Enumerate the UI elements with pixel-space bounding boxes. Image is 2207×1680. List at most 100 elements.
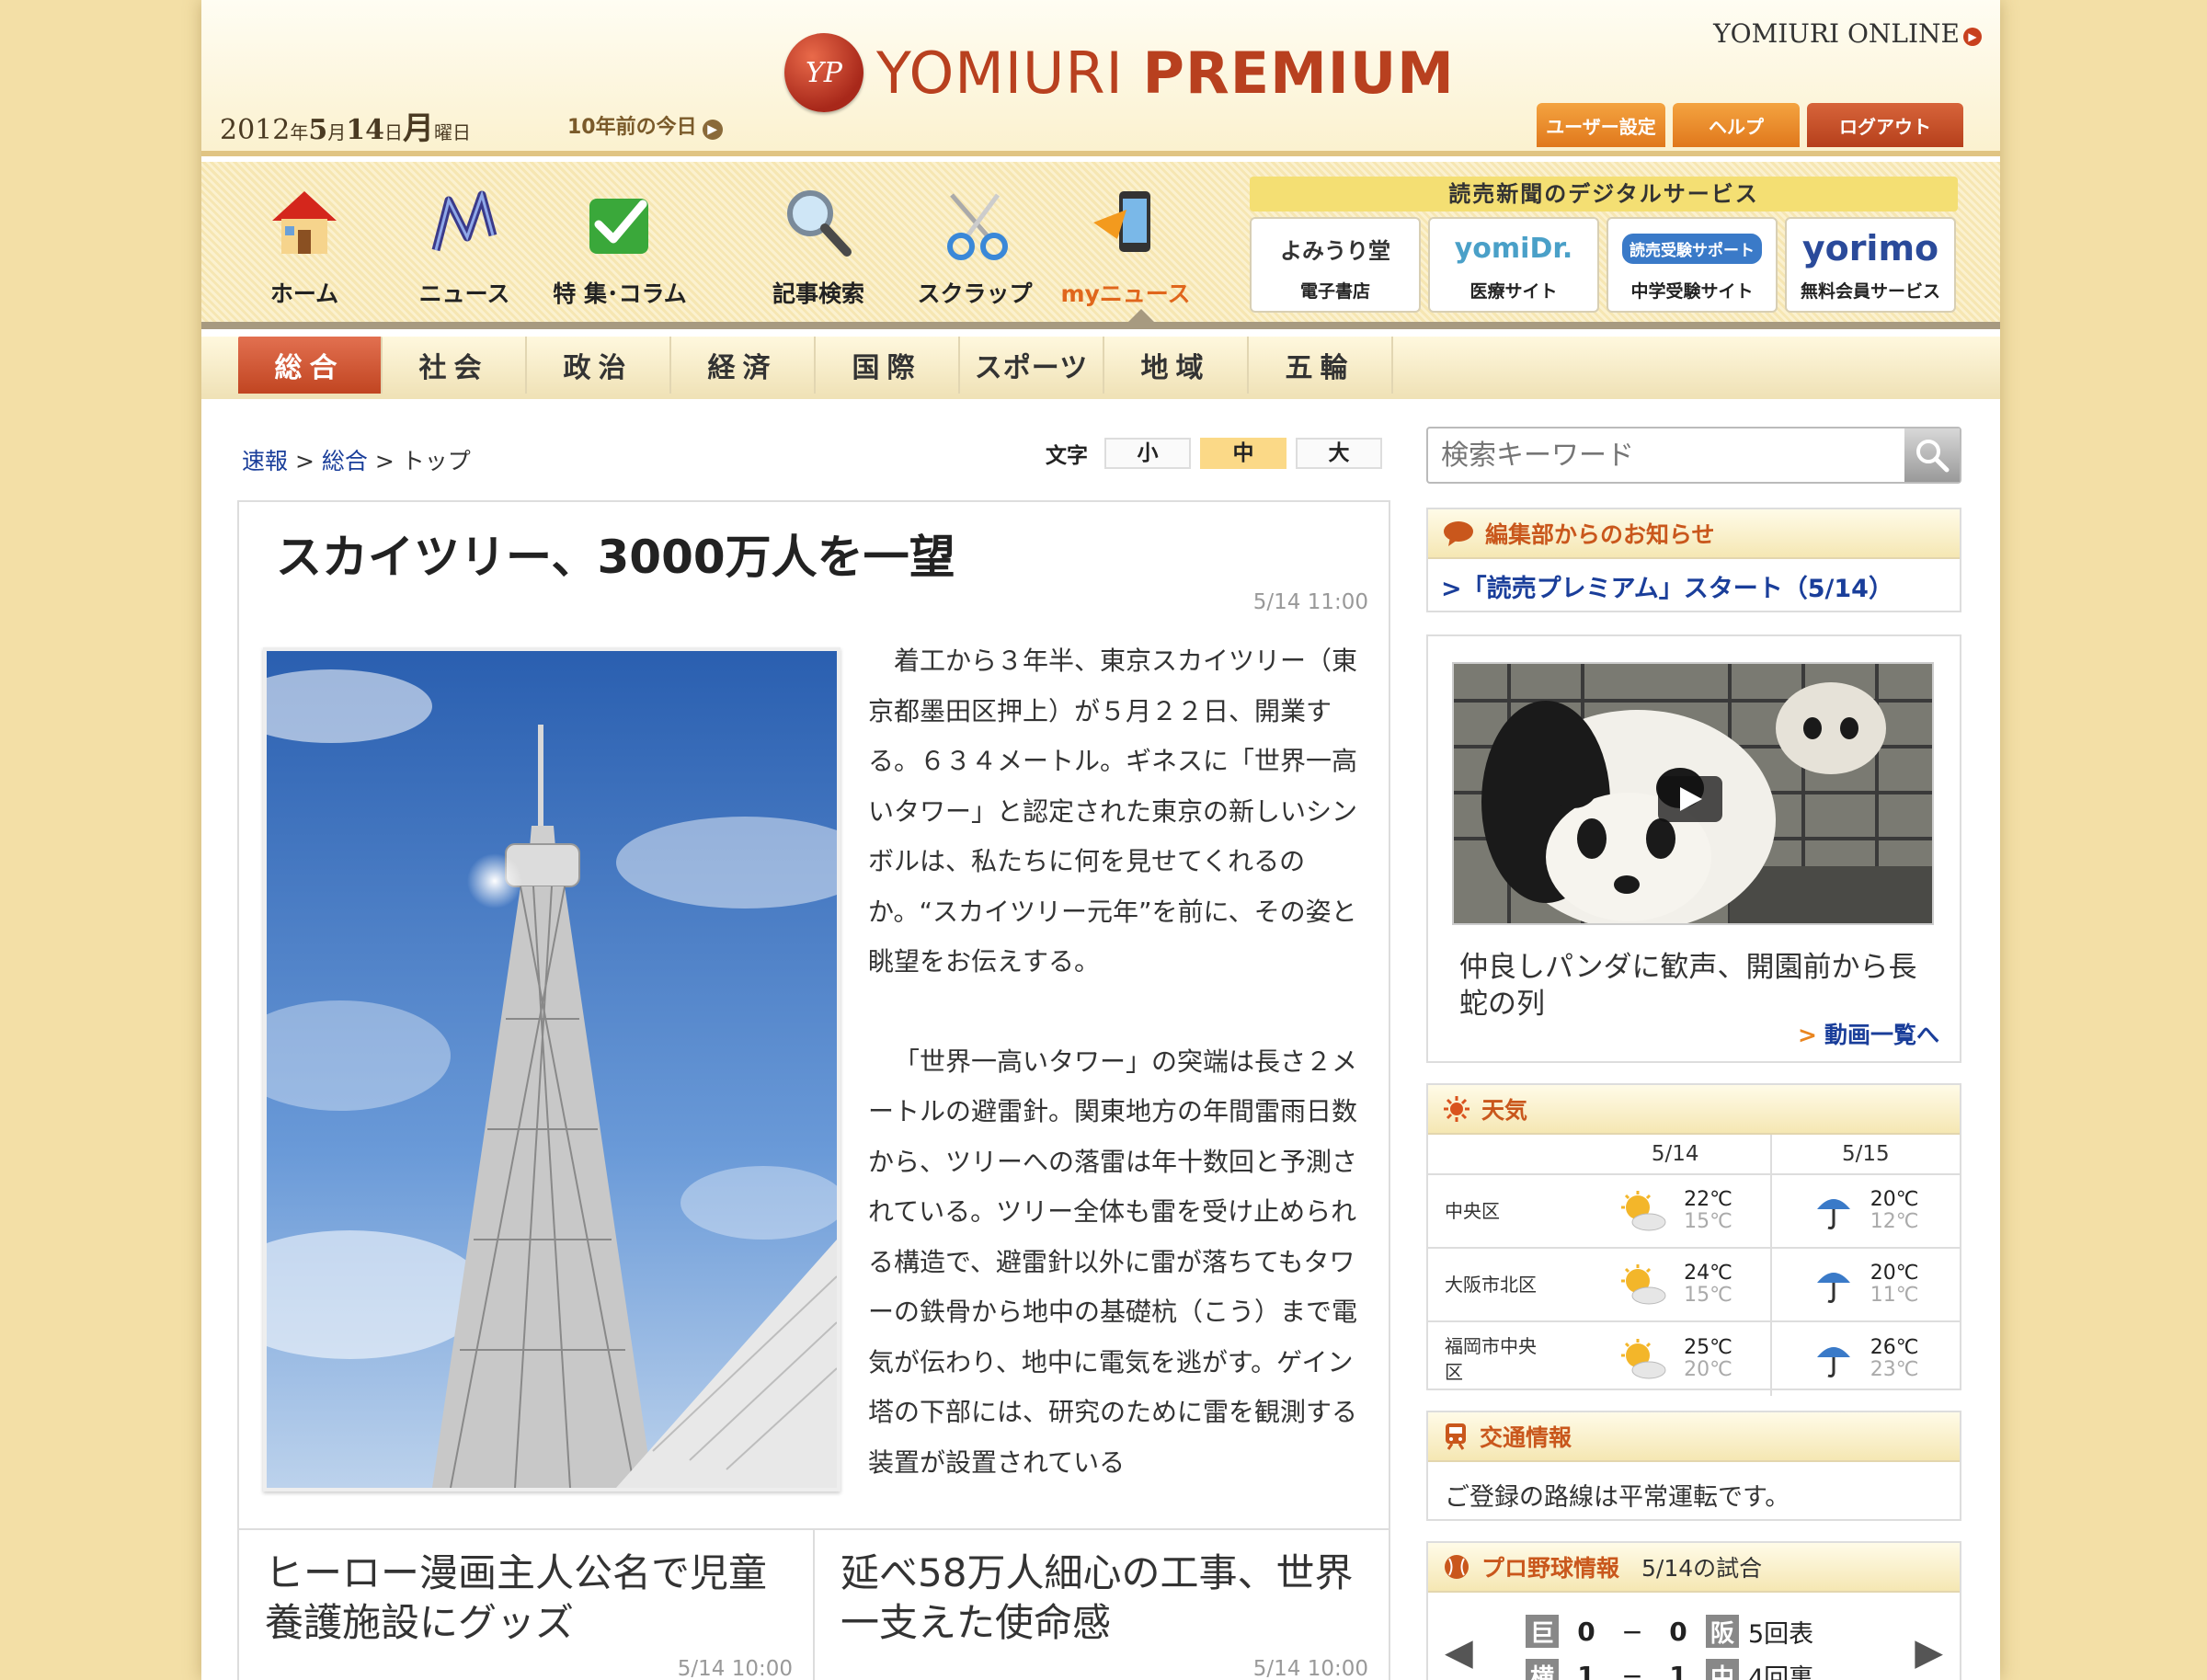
logo-text: YOMIURI PREMIUM [876, 39, 1455, 107]
umbrella-icon [1816, 1347, 1850, 1377]
umbrella-icon [1816, 1199, 1850, 1229]
notice-link[interactable]: >「読売プレミアム」スタート（5/14） [1428, 559, 1960, 613]
baseball-game[interactable]: 横 1 − 1 中 4回裏 [1526, 1657, 1813, 1680]
news-icon [431, 189, 497, 252]
tab-general[interactable]: 総合 [238, 337, 383, 394]
previous-arrow-icon[interactable]: ◀ [1445, 1631, 1473, 1674]
sun-cloud-icon [1621, 1191, 1666, 1231]
category-tabs: 総合 社会 政治 経済 国際 スポーツ 地域 五輪 [238, 337, 1393, 399]
search-button[interactable] [1904, 429, 1960, 482]
breadcrumb-breaking[interactable]: 速報 [242, 448, 288, 474]
team-badge: 阪 [1706, 1615, 1739, 1648]
header: 2012年5月14日月曜日 10年前の今日 ▶ YP YOMIURI PREMIU… [201, 0, 2000, 156]
tab-economy[interactable]: 経済 [671, 337, 816, 394]
nav-my-news[interactable]: myニュース [1057, 182, 1195, 309]
traffic-box: 交通情報 ご登録の路線は平常運転です。 [1426, 1411, 1961, 1521]
article-body: 着工から３年半、東京スカイツリー（東京都墨田区押上）が５月２２日、開業する。６３… [868, 636, 1365, 1488]
yomidr-logo: yomiDr. [1454, 232, 1573, 265]
yomiurido-logo: よみうり堂 [1280, 237, 1390, 264]
panda-video-thumbnail[interactable] [1452, 662, 1934, 925]
ten-years-ago-link[interactable]: 10年前の今日 ▶ [567, 110, 723, 140]
nav-news[interactable]: ニュース [395, 182, 533, 309]
notice-header: 編集部からのお知らせ [1428, 509, 1960, 559]
skytree-photo[interactable] [263, 647, 840, 1491]
team-badge: 横 [1526, 1659, 1559, 1680]
smartphone-icon [1093, 191, 1150, 252]
user-settings-button[interactable]: ユーザー設定 [1537, 103, 1665, 147]
sun-cloud-icon [1621, 1339, 1666, 1379]
article-paragraph: 「世界一高いタワー」の突端は長さ２メートルの避雷針。関東地方の年間雷雨日数から、… [868, 1046, 1358, 1478]
search-input[interactable] [1428, 429, 1906, 482]
weather-cell: 26℃ 23℃ [1770, 1322, 1960, 1396]
tab-society[interactable]: 社会 [383, 337, 527, 394]
next-arrow-icon[interactable]: ▶ [1915, 1631, 1943, 1674]
tab-regional[interactable]: 地域 [1104, 337, 1249, 394]
article-time: 5/14 11:00 [1252, 590, 1368, 614]
nav-features[interactable]: 特 集･コラム [532, 182, 707, 309]
tab-sports[interactable]: スポーツ [960, 337, 1104, 394]
search-icon [1916, 440, 1950, 473]
article-headline[interactable]: スカイツリー、3000万人を一望 [276, 520, 955, 587]
tab-politics[interactable]: 政治 [527, 337, 671, 394]
service-e-bookstore[interactable]: よみうり堂 電子書店 [1250, 217, 1421, 313]
logout-button[interactable]: ログアウト [1807, 103, 1963, 147]
tab-international[interactable]: 国際 [816, 337, 960, 394]
service-yorimo[interactable]: yorimo 無料会員サービス [1785, 217, 1956, 313]
nav-scrap[interactable]: スクラップ [906, 182, 1044, 309]
help-button[interactable]: ヘルプ [1673, 103, 1800, 147]
home-icon [272, 191, 337, 254]
font-size-small-button[interactable]: 小 [1104, 438, 1191, 469]
weather-row: 大阪市北区 24℃ 15℃ 20℃ 11℃ [1428, 1248, 1960, 1322]
video-list-link[interactable]: > 動画一覧へ [1798, 1017, 1939, 1050]
weather-cell: 22℃ 15℃ [1582, 1189, 1771, 1233]
team-badge: 巨 [1526, 1615, 1559, 1648]
tab-olympics[interactable]: 五輪 [1249, 337, 1393, 394]
checkmark-icon [589, 199, 648, 254]
active-nav-indicator [1121, 309, 1161, 329]
weather-cell: 20℃ 11℃ [1770, 1248, 1960, 1321]
sub-articles: ヒーロー漫画主人公名で児童養護施設にグッズ 5/14 10:00 延べ58万人細… [237, 1528, 1390, 1680]
search-box [1426, 427, 1961, 484]
video-box: 仲良しパンダに歓声、開園前から長蛇の列 > 動画一覧へ [1426, 634, 1961, 1063]
sub-article-time: 5/14 10:00 [1252, 1657, 1368, 1680]
breadcrumb-general[interactable]: 総合 [322, 448, 368, 474]
service-yomidr[interactable]: yomiDr. 医療サイト [1428, 217, 1599, 313]
current-date: 2012年5月14日月曜日 [220, 110, 471, 147]
account-buttons: ユーザー設定 ヘルプ ログアウト [1537, 103, 1963, 147]
font-size-selector: 文字 小 中 大 [1046, 438, 1382, 469]
yomiuri-premium-logo[interactable]: YP YOMIURI PREMIUM [784, 31, 1455, 114]
weather-row: 中央区 22℃ 15℃ 20℃ 12℃ [1428, 1174, 1960, 1249]
article-paragraph: 着工から３年半、東京スカイツリー（東京都墨田区押上）が５月２２日、開業する。６３… [868, 646, 1358, 977]
team-badge: 中 [1706, 1659, 1739, 1680]
weather-city: 福岡市中央区 [1445, 1335, 1537, 1383]
baseball-game[interactable]: 巨 0 − 0 阪 5回表 [1526, 1613, 1813, 1650]
sub-article[interactable]: 延べ58万人細心の工事、世界一支えた使命感 5/14 10:00 [813, 1528, 1389, 1680]
nav-home[interactable]: ホーム [235, 182, 373, 309]
weather-city: 中央区 [1445, 1200, 1500, 1222]
breadcrumb: 速報 > 総合 > トップ [242, 448, 471, 474]
video-caption[interactable]: 仲良しパンダに歓声、開園前から長蛇の列 [1459, 949, 1938, 1023]
main-article: スカイツリー、3000万人を一望 5/14 11:00 着工から３年半、東京スカ… [237, 500, 1390, 1530]
nav-article-search[interactable]: 記事検索 [749, 182, 887, 309]
traffic-message: ご登録の路線は平常運転です。 [1445, 1483, 1790, 1512]
sub-article[interactable]: ヒーロー漫画主人公名で児童養護施設にグッズ 5/14 10:00 [239, 1528, 813, 1680]
umbrella-icon [1816, 1273, 1850, 1303]
magnifier-icon [787, 190, 852, 257]
font-size-medium-button[interactable]: 中 [1200, 438, 1286, 469]
service-exam-support[interactable]: 読売受験サポート 中学受験サイト [1607, 217, 1778, 313]
weather-header: 天気 [1428, 1085, 1960, 1135]
sub-article-title[interactable]: 延べ58万人細心の工事、世界一支えた使命感 [840, 1549, 1363, 1648]
yomiuri-online-link[interactable]: YOMIURI ONLINE ▶ [1713, 18, 1982, 49]
baseball-box: プロ野球情報 5/14の試合 ◀ ▶ 巨 0 − 0 阪 5回表 横 1 − 1… [1426, 1541, 1961, 1680]
font-size-large-button[interactable]: 大 [1296, 438, 1382, 469]
scissors-icon [947, 193, 1008, 260]
font-size-label: 文字 [1046, 444, 1088, 468]
traffic-header: 交通情報 [1428, 1412, 1960, 1462]
sub-article-title[interactable]: ヒーロー漫画主人公名で児童養護施設にグッズ [265, 1549, 787, 1648]
sun-icon [1443, 1095, 1470, 1123]
weather-days: 5/14 5/15 [1428, 1135, 1960, 1175]
weather-day: 5/14 [1651, 1142, 1699, 1166]
train-icon [1443, 1422, 1469, 1451]
weather-box: 天気 5/14 5/15 中央区 22℃ 15℃ 20℃ 12℃ 大阪市北区 2… [1426, 1083, 1961, 1396]
digital-services-title: 読売新聞のデジタルサービス [1250, 177, 1958, 211]
